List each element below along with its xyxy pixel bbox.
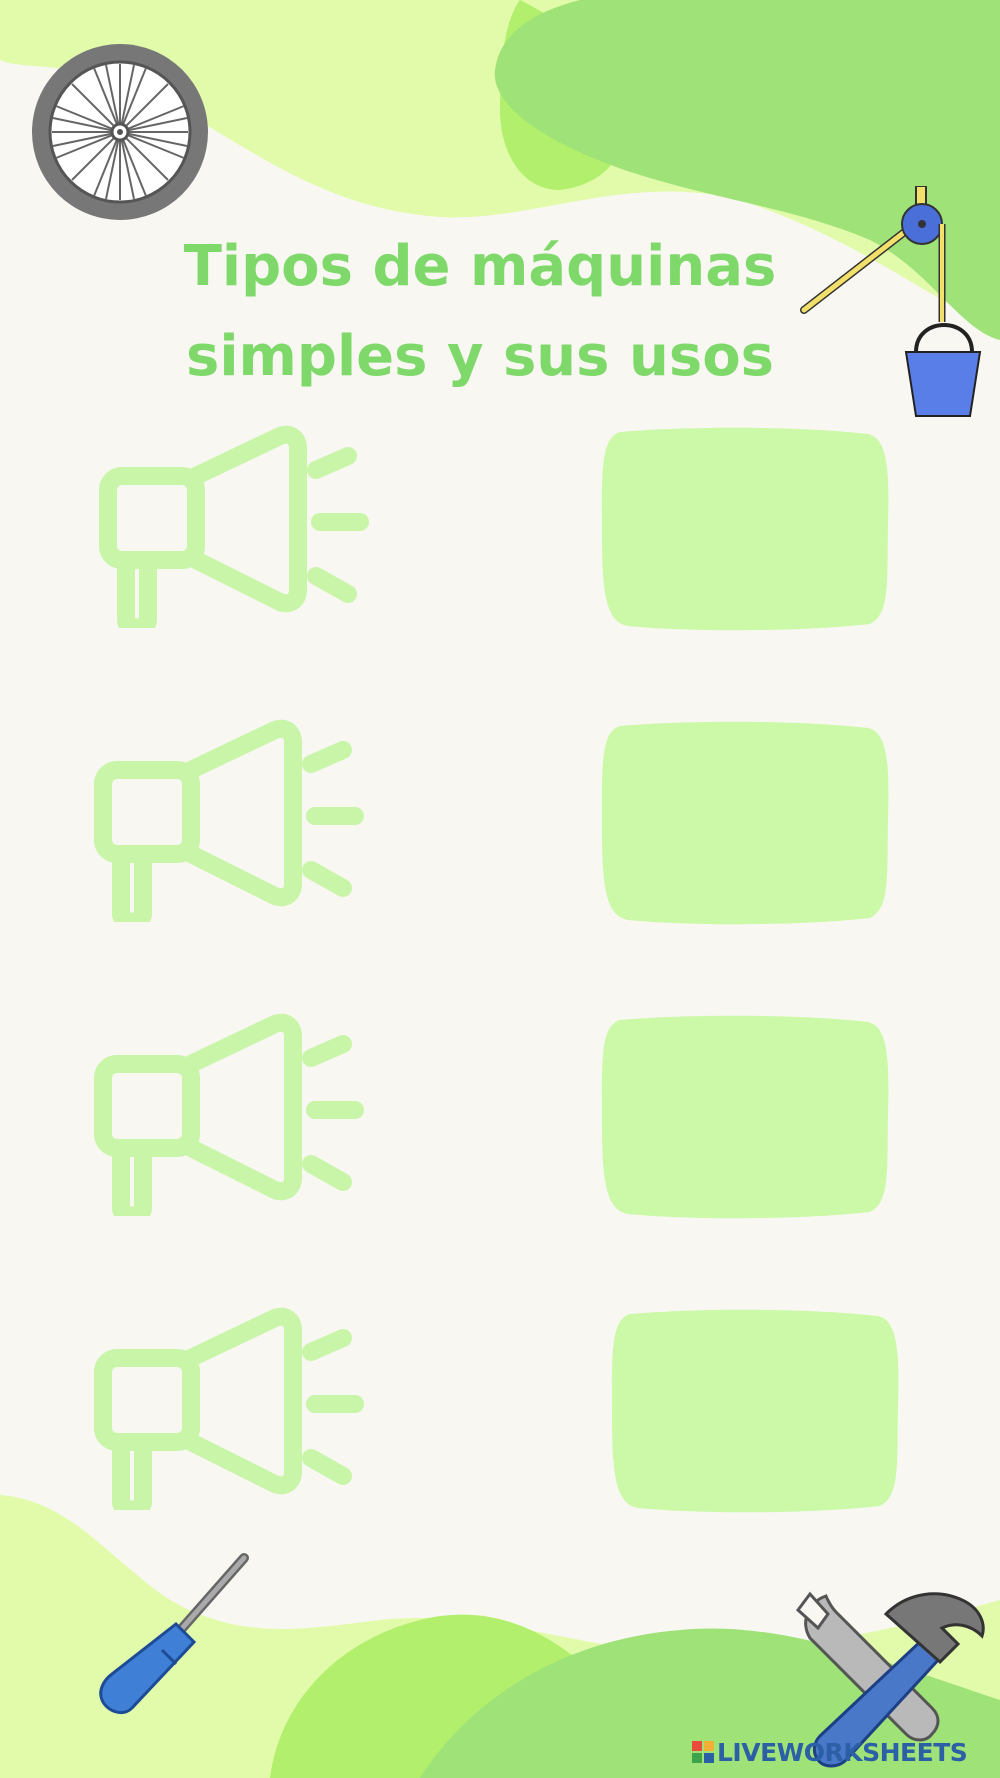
liveworksheets-logo-icon (692, 1741, 714, 1763)
screwdriver-icon (99, 1553, 249, 1714)
wheel-icon (32, 44, 208, 220)
megaphone-icon (94, 1013, 364, 1216)
brand-name: LIVEWORKSHEETS (717, 1737, 968, 1767)
liveworksheets-logo: LIVEWORKSHEETS (692, 1736, 968, 1768)
answer-box-1[interactable] (598, 424, 890, 634)
answer-box-4[interactable] (608, 1306, 900, 1516)
pulley-icon (800, 186, 982, 417)
title-line-1: Tipos de máquinas (183, 234, 777, 299)
megaphone-icon (99, 425, 369, 628)
page-title: Tipos de máquinas simples y sus usos (110, 222, 850, 402)
megaphone-icon (94, 719, 364, 922)
answer-box-3[interactable] (598, 1012, 890, 1222)
megaphone-icon (94, 1307, 364, 1510)
title-line-2: simples y sus usos (186, 324, 774, 389)
worksheet-page: Tipos de máquinas simples y sus usos LIV… (0, 0, 1000, 1778)
answer-box-2[interactable] (598, 718, 890, 928)
